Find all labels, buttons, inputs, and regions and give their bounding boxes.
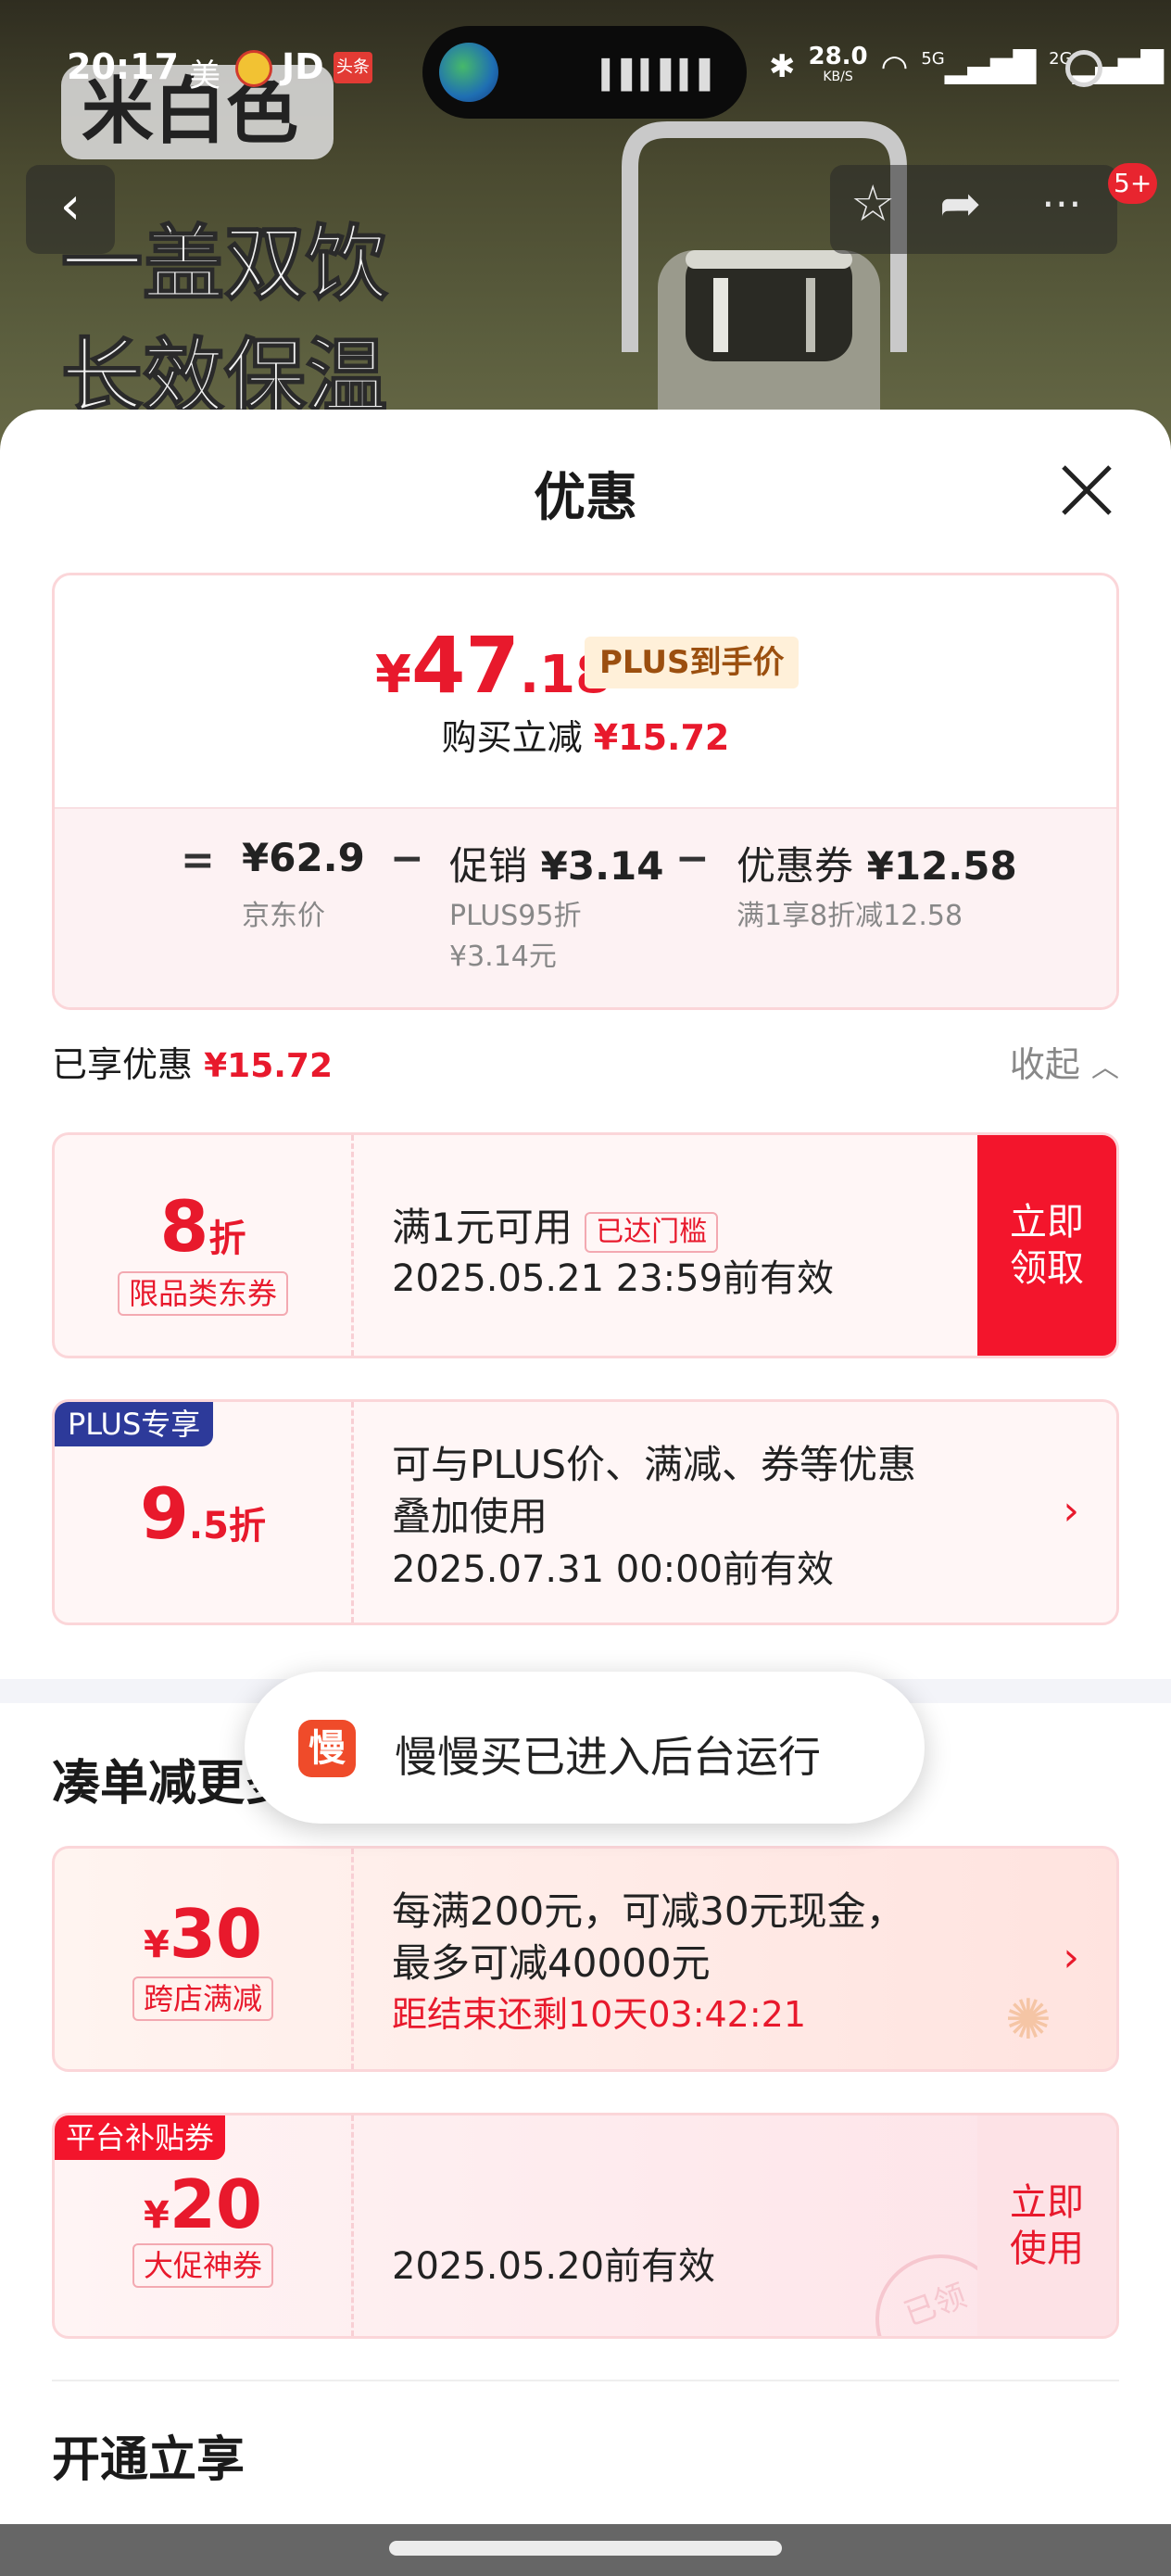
net-speed: 28.0 KB/S xyxy=(808,43,868,84)
manmanmai-app-icon: 慢 xyxy=(298,1720,356,1777)
meituan-icon: 美 xyxy=(189,57,220,95)
coupon-expiry: 2025.05.21 23:59前有效 xyxy=(392,1257,835,1300)
chevron-up-icon: ︿ xyxy=(1091,1052,1119,1084)
discount-desc-line-2: 最多可减40000元 xyxy=(392,1940,711,1986)
price-summary-card: ¥47.18 PLUS到手价 购买立减 ¥15.72 = ¥62.9 京东价 −… xyxy=(52,573,1119,1010)
chevron-right-icon: › xyxy=(1063,1934,1079,1981)
battery-icon xyxy=(1065,50,1102,87)
jd-price-value: ¥62.9 xyxy=(242,835,365,880)
platform-subsidy-coupon-card: 平台补贴券 ¥20 大促神券 2025.05.20前有效 已领 立即使用 xyxy=(52,2113,1119,2339)
system-nav-bar xyxy=(0,2524,1171,2576)
firework-decoration-icon: ✺ xyxy=(1004,1988,1051,2052)
coupon-value-area: 8折 限品类东券 xyxy=(55,1135,351,1356)
toast-message: 慢慢买已进入后台运行 xyxy=(395,1732,821,1782)
chevron-right-icon: › xyxy=(1063,1487,1079,1534)
enjoyed-discount: 已享优惠 ¥15.72 xyxy=(52,1044,334,1085)
jd-price-label: 京东价 xyxy=(242,900,325,932)
bluetooth-icon: ✱ xyxy=(769,48,796,85)
back-button[interactable]: ‹ xyxy=(26,165,115,254)
share-icon[interactable]: ➦ xyxy=(939,174,981,233)
claim-coupon-button[interactable]: 立即领取 xyxy=(977,1135,1116,1356)
app-globe-icon xyxy=(439,43,498,102)
favorite-star-icon[interactable]: ☆ xyxy=(850,174,895,233)
minus-sign: − xyxy=(390,835,424,882)
countdown-text: 距结束还剩10天03:42:21 xyxy=(392,1994,807,2035)
coupon-desc-line-1: 可与PLUS价、满减、券等优惠 xyxy=(392,1442,917,1487)
instant-reduce: 购买立减 ¥15.72 xyxy=(441,717,730,758)
product-toolbar: ☆ ➦ ⋯ xyxy=(830,165,1117,254)
weibo-icon xyxy=(235,50,272,87)
use-coupon-button[interactable]: 立即使用 xyxy=(977,2115,1116,2336)
cross-store-discount-card[interactable]: ¥30 跨店满减 每满200元，可减30元现金， 最多可减40000元 距结束还… xyxy=(52,1846,1119,2072)
plus-price-tag: PLUS到手价 xyxy=(585,637,800,688)
close-icon[interactable] xyxy=(1054,458,1119,523)
signal-5g: 5G▂▄▆█ xyxy=(921,49,1037,84)
promo-sub-1: PLUS95折 xyxy=(449,900,582,932)
message-count-badge: 5+ xyxy=(1108,163,1158,204)
coupon-sub: 满1享8折减12.58 xyxy=(737,900,963,932)
more-icon[interactable]: ⋯ xyxy=(1041,180,1082,227)
coupon-value-area: 9.5折 xyxy=(55,1402,351,1623)
plus-coupon-card[interactable]: PLUS专享 9.5折 可与PLUS价、满减、券等优惠 叠加使用 2025.07… xyxy=(52,1399,1119,1625)
coupon-discount: 8折 xyxy=(159,1185,246,1268)
promo-sub-2: ¥3.14元 xyxy=(449,941,557,973)
coupon-discount: 9.5折 xyxy=(140,1472,266,1555)
status-bar: 20:17 美 JD 头条 ▍▌▍▌▍▌ ✱ 28.0 KB/S ◠ 5G▂▄▆… xyxy=(0,0,1171,139)
final-price: ¥47.18 xyxy=(375,620,612,711)
audio-wave-icon: ▍▌▍▌▍▌ xyxy=(601,59,721,92)
coupon-card-8-zhe: 8折 限品类东券 满1元可用 已达门槛 2025.05.21 23:59前有效 … xyxy=(52,1132,1119,1358)
discount-amount: ¥30 xyxy=(143,1895,263,1973)
toutiao-icon: 头条 xyxy=(334,52,372,83)
home-gesture-handle[interactable] xyxy=(389,2541,782,2556)
minus-sign: − xyxy=(675,835,710,882)
discount-sheet: 优惠 ¥47.18 PLUS到手价 购买立减 ¥15.72 = ¥62.9 京东… xyxy=(0,410,1171,2576)
discount-type-tag: 跨店满减 xyxy=(132,1976,273,2021)
coupon-value: 优惠券 ¥12.58 xyxy=(737,843,1017,889)
clock: 20:17 xyxy=(67,46,179,87)
promo-value: 促销 ¥3.14 xyxy=(449,843,664,889)
discount-desc-line-1: 每满200元，可减30元现金， xyxy=(392,1888,905,1934)
coupon-amount: ¥20 xyxy=(143,2166,263,2243)
coupon-type-tag: 限品类东券 xyxy=(117,1271,288,1316)
coupon-desc-line-2: 叠加使用 xyxy=(392,1494,548,1539)
coupon-expiry: 2025.05.20前有效 xyxy=(392,2245,716,2288)
sheet-title: 优惠 xyxy=(534,468,637,528)
jd-icon: JD xyxy=(282,46,324,87)
coupon-condition: 满1元可用 已达门槛 xyxy=(392,1196,719,1253)
status-icons: ✱ 28.0 KB/S ◠ 5G▂▄▆█ 2G▂▄▆█ xyxy=(769,43,1164,87)
discount-value-area: ¥30 跨店满减 xyxy=(55,1849,351,2069)
coupon-type-tag: 大促神券 xyxy=(132,2243,273,2288)
equals-sign: = xyxy=(181,837,215,884)
background-running-toast: 慢 慢慢买已进入后台运行 xyxy=(245,1672,925,1824)
wifi-icon: ◠ xyxy=(880,48,909,85)
section-title-open: 开通立享 xyxy=(52,2432,246,2488)
collapse-button[interactable]: 收起 ︿ xyxy=(1010,1036,1119,1087)
coupon-expiry: 2025.07.31 00:00前有效 xyxy=(392,1548,835,1591)
coupon-value-area: ¥20 大促神券 xyxy=(55,2115,351,2336)
dynamic-island: ▍▌▍▌▍▌ xyxy=(422,26,747,119)
price-breakdown: = ¥62.9 京东价 − 促销 ¥3.14 PLUS95折 ¥3.14元 − … xyxy=(55,807,1116,1007)
